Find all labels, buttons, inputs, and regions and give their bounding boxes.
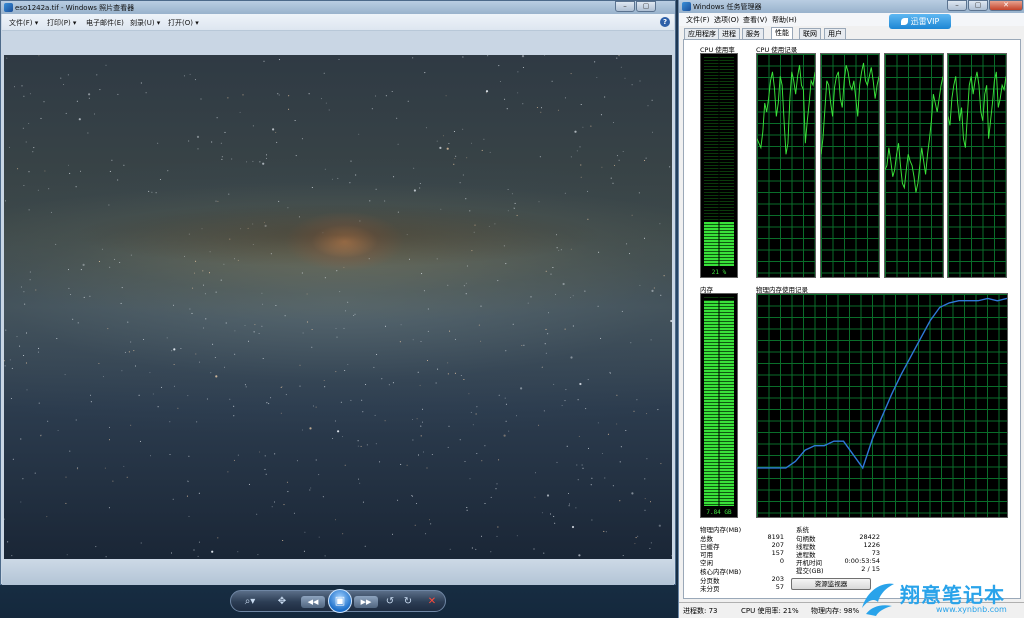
cpu-history-graph-core2: [820, 53, 880, 278]
taskmgr-menubar: 文件(F) 选项(O) 查看(V) 帮助(H): [679, 13, 1024, 26]
xunlei-vip-badge[interactable]: 迅雷VIP: [889, 14, 951, 29]
star-field: [4, 55, 672, 558]
cpu-history-graph-core1: [756, 53, 816, 278]
stat-value: 203: [771, 575, 784, 583]
stat-value: 57: [775, 583, 784, 591]
cpu-history-line: [757, 65, 815, 155]
photo-viewer-window: eso1242a.tif - Windows 照片查看器 – ▢ 文件(F) ▾…: [0, 0, 676, 585]
memory-meter: 7.84 GB: [700, 293, 738, 518]
menu-email[interactable]: 电子邮件(E): [86, 18, 124, 28]
cpu-history-line: [948, 71, 1006, 148]
viewer-menubar: 文件(F) ▾ 打印(P) ▾ 电子邮件(E) 刻录(U) ▾ 打开(O) ▾ …: [2, 14, 674, 31]
stat-value: 2 / 15: [861, 565, 880, 573]
viewer-control-bar: ⌕▾ ✥ ◀◀ ▣ ▶▶ ↺ ↻ ✕: [230, 589, 446, 613]
memory-value: 7.84 GB: [706, 509, 732, 516]
stat-value: 73: [871, 549, 880, 557]
memory-history-graph: [756, 293, 1008, 518]
next-button[interactable]: ▶▶: [354, 596, 378, 608]
tab-processes[interactable]: 进程: [718, 28, 740, 39]
viewer-title: eso1242a.tif - Windows 照片查看器: [15, 4, 135, 12]
menu-open[interactable]: 打开(O) ▾: [168, 18, 199, 28]
stat-value: 1226: [863, 541, 880, 549]
site-watermark: 翔意笔记本 www.xynbnb.com: [858, 578, 1024, 618]
stat-key: 未分页: [700, 585, 720, 593]
wing-logo-icon: [862, 583, 894, 616]
previous-button[interactable]: ◀◀: [301, 596, 325, 608]
memory-fill: [704, 301, 734, 506]
vip-label: 迅雷VIP: [910, 17, 940, 26]
tab-performance[interactable]: 性能: [771, 27, 793, 39]
tm-minimize-button[interactable]: –: [947, 0, 967, 11]
help-icon[interactable]: ?: [660, 17, 670, 27]
delete-icon[interactable]: ✕: [425, 595, 439, 609]
stat-value: 0:00:53:54: [844, 557, 880, 565]
viewer-titlebar[interactable]: eso1242a.tif - Windows 照片查看器 – ▢: [1, 1, 675, 14]
tm-maximize-button[interactable]: ▢: [968, 0, 988, 11]
maximize-button[interactable]: ▢: [636, 1, 656, 12]
stat-key: 提交(GB): [796, 567, 824, 575]
cpu-usage-meter: 21 %: [700, 53, 738, 278]
stat-value: 207: [771, 541, 784, 549]
stat-value: 28422: [859, 533, 880, 541]
taskmgr-title: Windows 任务管理器: [693, 3, 762, 11]
watermark-url: www.xynbnb.com: [936, 605, 1007, 614]
tm-menu-help[interactable]: 帮助(H): [772, 15, 797, 25]
stat-value: 8191: [767, 533, 784, 541]
memory-history-line: [757, 297, 1007, 470]
kernel-memory-stats: 核心内存(MB) 分页数 203 未分页 57: [700, 566, 784, 594]
cpu-history-graph-core3: [884, 53, 944, 278]
cpu-history-graph-core4: [947, 53, 1007, 278]
cpu-history-line: [821, 62, 879, 155]
cpu-usage-fill: [704, 222, 734, 266]
tm-menu-options[interactable]: 选项(O): [714, 15, 739, 25]
photo-viewer-icon: [4, 3, 13, 12]
minimize-button[interactable]: –: [615, 1, 635, 12]
system-stats: 系统 句柄数 28422 线程数 1226 进程数 73 开机时间 0:00:53:54…: [796, 524, 880, 575]
status-memory: 物理内存: 98%: [811, 607, 860, 615]
menu-file[interactable]: 文件(F) ▾: [9, 18, 38, 28]
tab-applications[interactable]: 应用程序: [684, 28, 720, 39]
menu-print[interactable]: 打印(P) ▾: [47, 18, 76, 28]
status-processes: 进程数: 73: [683, 607, 718, 615]
rotate-cw-icon[interactable]: ↻: [401, 595, 415, 609]
menu-burn[interactable]: 刻录(U) ▾: [130, 18, 160, 28]
stat-value: 0: [779, 557, 784, 565]
tm-menu-view[interactable]: 查看(V): [743, 15, 767, 25]
tab-networking[interactable]: 联网: [799, 28, 821, 39]
milky-way-photo: [4, 55, 672, 559]
physical-memory-stats: 物理内存(MB) 总数 8191 已缓存 207 可用 157 空闲 0: [700, 524, 784, 568]
actual-size-icon[interactable]: ✥: [275, 595, 289, 609]
viewer-bottom-frame: [2, 559, 674, 585]
tab-services[interactable]: 服务: [742, 28, 764, 39]
tab-users[interactable]: 用户: [824, 28, 846, 39]
slideshow-button[interactable]: ▣: [328, 589, 352, 613]
rotate-ccw-icon[interactable]: ↺: [383, 595, 397, 609]
task-manager-icon: [682, 2, 691, 11]
status-cpu: CPU 使用率: 21%: [741, 607, 799, 615]
tm-menu-file[interactable]: 文件(F): [686, 15, 710, 25]
watermark-title: 翔意笔记本: [900, 583, 1005, 607]
dust-lane: [4, 175, 672, 295]
taskmgr-titlebar[interactable]: Windows 任务管理器 – ▢ ✕: [679, 0, 1024, 13]
xunlei-bird-icon: [900, 18, 908, 25]
stat-value: 157: [771, 549, 784, 557]
cpu-history-line: [885, 76, 943, 193]
tm-close-button[interactable]: ✕: [989, 0, 1023, 11]
performance-panel: CPU 使用率 21 % CPU 使用记录 内存 7.84 GB 物理内存使用记…: [683, 39, 1021, 599]
task-manager-window: Windows 任务管理器 – ▢ ✕ 文件(F) 选项(O) 查看(V) 帮助…: [678, 0, 1024, 618]
cpu-usage-value: 21 %: [711, 269, 727, 276]
zoom-icon[interactable]: ⌕▾: [243, 595, 257, 609]
